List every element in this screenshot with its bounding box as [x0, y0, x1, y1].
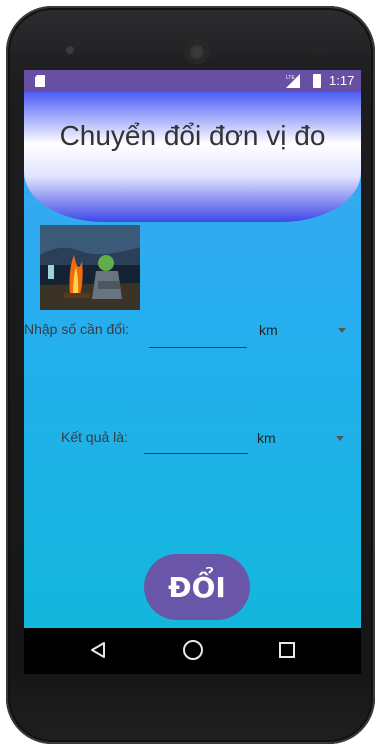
- result-label: Kết quả là:: [61, 429, 128, 445]
- front-camera: [187, 42, 207, 62]
- dropdown-arrow-icon: [338, 328, 346, 333]
- status-time: 1:17: [329, 73, 355, 88]
- result-unit-value: km: [257, 430, 276, 446]
- back-icon[interactable]: [89, 641, 107, 659]
- phone-screen: LTE 1:17 Chuyển đổi đơn vị đo Nhập số cầ…: [24, 70, 361, 674]
- home-icon[interactable]: [183, 640, 203, 660]
- input-unit-select[interactable]: km: [259, 320, 354, 342]
- status-bar: LTE 1:17: [24, 70, 361, 92]
- result-field[interactable]: [144, 434, 248, 454]
- header-banner: [24, 92, 361, 222]
- recents-icon[interactable]: [279, 642, 295, 658]
- dropdown-arrow-icon: [336, 436, 344, 441]
- campfire-image: [40, 225, 140, 310]
- input-label: Nhập số cần đổi:: [24, 321, 130, 337]
- result-unit-select[interactable]: km: [257, 428, 352, 450]
- proximity-sensor: [311, 48, 327, 53]
- sd-card-icon: [35, 75, 45, 87]
- signal-lte-icon: LTE: [286, 74, 300, 88]
- input-unit-value: km: [259, 322, 278, 338]
- battery-icon: [313, 74, 321, 88]
- navigation-bar: [24, 628, 361, 674]
- converter-screen: Chuyển đổi đơn vị đo Nhập số cần đổi: km…: [24, 92, 361, 628]
- page-title: Chuyển đổi đơn vị đo: [59, 120, 326, 151]
- svg-text:LTE: LTE: [286, 75, 295, 81]
- speaker-dot: [66, 46, 74, 54]
- number-input[interactable]: [149, 328, 247, 348]
- convert-button[interactable]: ĐỔI: [144, 554, 250, 620]
